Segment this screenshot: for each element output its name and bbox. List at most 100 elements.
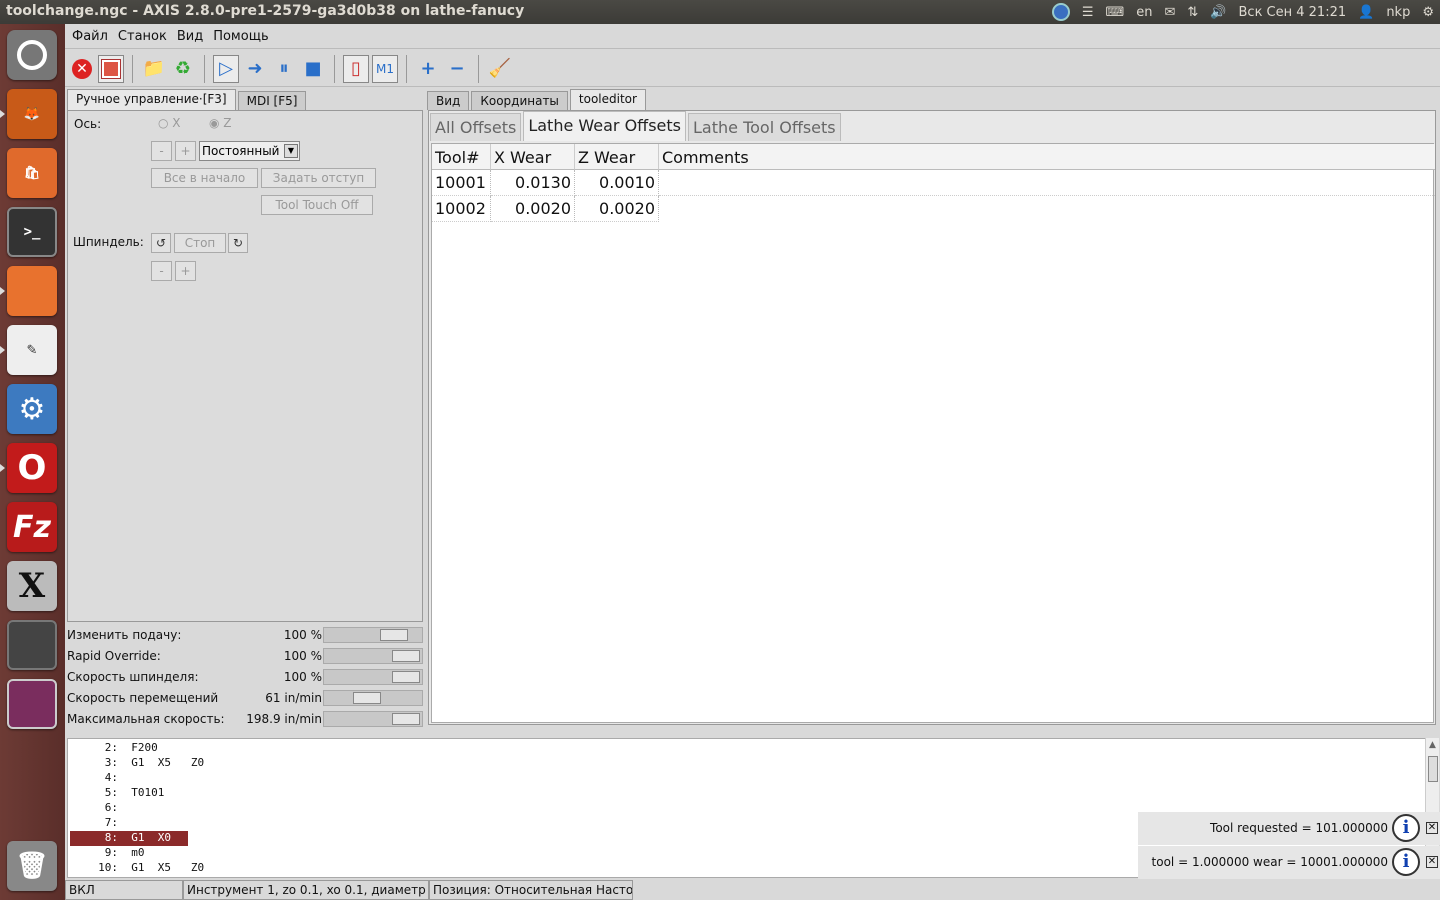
spindle-plus-button[interactable]: + xyxy=(175,261,196,281)
software-center-icon[interactable]: 🛍 xyxy=(7,148,57,198)
tab-lathe-tool-offsets[interactable]: Lathe Tool Offsets xyxy=(688,113,841,141)
column-header[interactable]: Tool# xyxy=(432,144,491,170)
info-icon: i xyxy=(1392,848,1420,876)
settings-icon[interactable]: ⚙ xyxy=(7,384,57,434)
notification: tool = 1.000000 wear = 10001.000000 i ✕ xyxy=(1138,846,1440,879)
tool-info: Инструмент 1, zo 0.1, xo 0.1, диаметр xyxy=(183,880,429,900)
overrides-panel: Изменить подачу: 100 % Rapid Override: 100… xyxy=(67,625,423,735)
step-icon[interactable]: ➜ xyxy=(242,55,268,83)
tool-touch-off-button[interactable]: Tool Touch Off xyxy=(261,195,373,215)
manual-panel: Ось: ○ X ◉ Z - + Постоянный ▼ Все в начал… xyxy=(67,110,423,622)
run-icon[interactable]: ▷ xyxy=(213,54,239,83)
max-velocity-slider[interactable] xyxy=(323,711,423,727)
left-pane: Ручное управление·[F3] MDI [F5] Ось: ○ X… xyxy=(67,89,423,735)
table-cell[interactable]: 10002 xyxy=(432,196,491,222)
rapid-override-slider[interactable] xyxy=(323,648,423,664)
home-all-button[interactable]: Все в начало xyxy=(151,168,258,188)
window-icon[interactable] xyxy=(7,679,57,729)
table-cell[interactable] xyxy=(659,170,1435,196)
axis-z-radio[interactable]: ◉ Z xyxy=(209,116,232,130)
tooleditor-panel: All Offsets Lathe Wear Offsets Lathe Too… xyxy=(428,110,1436,725)
pause-icon[interactable]: ⏸ xyxy=(271,55,297,83)
clear-plot-icon[interactable]: 🧹 xyxy=(487,55,513,83)
clock[interactable]: Вск Сен 4 21:21 xyxy=(1239,5,1347,20)
touch-off-button[interactable]: Задать отступ xyxy=(261,168,376,188)
column-header[interactable]: Z Wear xyxy=(575,144,659,170)
column-header[interactable]: X Wear xyxy=(491,144,575,170)
menu-file[interactable]: Файл xyxy=(67,24,113,48)
volume-icon[interactable]: 🔊 xyxy=(1210,5,1226,20)
mail-icon[interactable]: ✉ xyxy=(1165,5,1176,20)
stop-icon[interactable]: ■ xyxy=(300,55,326,83)
jog-plus-button[interactable]: + xyxy=(175,141,196,161)
tab-all-offsets[interactable]: All Offsets xyxy=(430,113,522,141)
spindle-cw-icon[interactable]: ↻ xyxy=(228,233,248,253)
opera-icon[interactable]: O xyxy=(0,443,57,493)
zoom-in-icon[interactable]: + xyxy=(415,55,441,83)
user-name[interactable]: nkp xyxy=(1386,5,1410,20)
tab-lathe-wear-offsets[interactable]: Lathe Wear Offsets xyxy=(523,111,686,141)
axis-window: Файл Станок Вид Помощь ✕ 📁 ♻ ▷ ➜ ⏸ ■ ▯ M… xyxy=(65,24,1440,900)
table-cell[interactable] xyxy=(659,196,1435,222)
trash-icon[interactable]: 🗑 xyxy=(7,841,57,891)
wear-offsets-table: Tool# X Wear Z Wear Comments 10001 0.013… xyxy=(431,143,1435,723)
ubuntu-icon[interactable] xyxy=(7,30,57,80)
optional-stop-icon[interactable]: M1 xyxy=(372,54,398,83)
jog-speed-slider[interactable] xyxy=(323,690,423,706)
table-cell[interactable]: 0.0020 xyxy=(491,196,575,222)
estop-icon[interactable]: ✕ xyxy=(69,55,95,83)
column-header[interactable]: Comments xyxy=(659,144,1435,170)
firefox-icon[interactable]: 🦊 xyxy=(0,89,57,139)
tab-tooleditor[interactable]: tooleditor xyxy=(569,89,646,110)
menu-help[interactable]: Помощь xyxy=(208,24,273,48)
jog-minus-button[interactable]: - xyxy=(151,141,172,161)
open-folder-icon[interactable]: 📁 xyxy=(141,55,167,83)
workspace-icon[interactable] xyxy=(7,620,57,670)
launcher: 🦊 🛍 >_ ✎ ⚙ O Fz X 🗑 xyxy=(0,24,65,900)
override-row: Максимальная скорость: 198.9 in/min xyxy=(67,709,423,730)
spindle-minus-button[interactable]: - xyxy=(151,261,172,281)
menu-machine[interactable]: Станок xyxy=(113,24,172,48)
spindle-stop-button[interactable]: Стоп xyxy=(174,233,226,253)
filezilla-icon[interactable]: Fz xyxy=(7,502,57,552)
files-icon[interactable] xyxy=(0,266,57,316)
zoom-out-icon[interactable]: − xyxy=(444,55,470,83)
menu-view[interactable]: Вид xyxy=(172,24,208,48)
gear-icon[interactable]: ⚙ xyxy=(1422,5,1434,20)
spindle-ccw-icon[interactable]: ↺ xyxy=(151,233,171,253)
code-line[interactable]: 5: T0101 xyxy=(70,786,1410,801)
sync-icon[interactable] xyxy=(1051,3,1070,21)
spindle-override-slider[interactable] xyxy=(323,669,423,685)
feed-override-slider[interactable] xyxy=(323,627,423,643)
code-line[interactable]: 3: G1 X5 Z0 xyxy=(70,756,1410,771)
table-cell[interactable]: 0.0010 xyxy=(575,170,659,196)
power-icon[interactable] xyxy=(98,54,124,83)
window-title: toolchange.ngc - AXIS 2.8.0-pre1-2579-ga… xyxy=(6,3,525,19)
table-cell[interactable]: 10001 xyxy=(432,170,491,196)
axis-x-radio[interactable]: ○ X xyxy=(158,116,181,130)
menu-icon[interactable]: ☰ xyxy=(1082,5,1094,20)
jog-mode-select[interactable]: Постоянный ▼ xyxy=(199,141,300,161)
table-cell[interactable]: 0.0020 xyxy=(575,196,659,222)
tab-dro[interactable]: Координаты xyxy=(471,91,568,110)
tab-preview[interactable]: Вид xyxy=(427,91,470,110)
reload-icon[interactable]: ♻ xyxy=(170,55,196,83)
override-row: Изменить подачу: 100 % xyxy=(67,625,423,646)
tab-mdi[interactable]: MDI [F5] xyxy=(237,91,307,110)
user-icon[interactable]: 👤 xyxy=(1358,5,1374,20)
code-line[interactable]: 2: F200 xyxy=(70,741,1410,756)
terminal-icon[interactable]: >_ xyxy=(7,207,57,257)
close-icon[interactable]: ✕ xyxy=(1426,822,1438,834)
lang-indicator[interactable]: en xyxy=(1136,5,1152,20)
status-bar: ВКЛ Инструмент 1, zo 0.1, xo 0.1, диамет… xyxy=(65,880,1440,900)
text-editor-icon[interactable]: ✎ xyxy=(0,325,57,375)
block-delete-icon[interactable]: ▯ xyxy=(343,54,369,83)
tab-manual[interactable]: Ручное управление·[F3] xyxy=(67,89,236,110)
network-icon[interactable]: ⇅ xyxy=(1187,5,1198,20)
notification: Tool requested = 101.000000 i ✕ xyxy=(1138,812,1440,845)
keyboard-icon[interactable]: ⌨ xyxy=(1105,5,1124,20)
close-icon[interactable]: ✕ xyxy=(1426,856,1438,868)
table-cell[interactable]: 0.0130 xyxy=(491,170,575,196)
x-icon[interactable]: X xyxy=(7,561,57,611)
code-line[interactable]: 4: xyxy=(70,771,1410,786)
